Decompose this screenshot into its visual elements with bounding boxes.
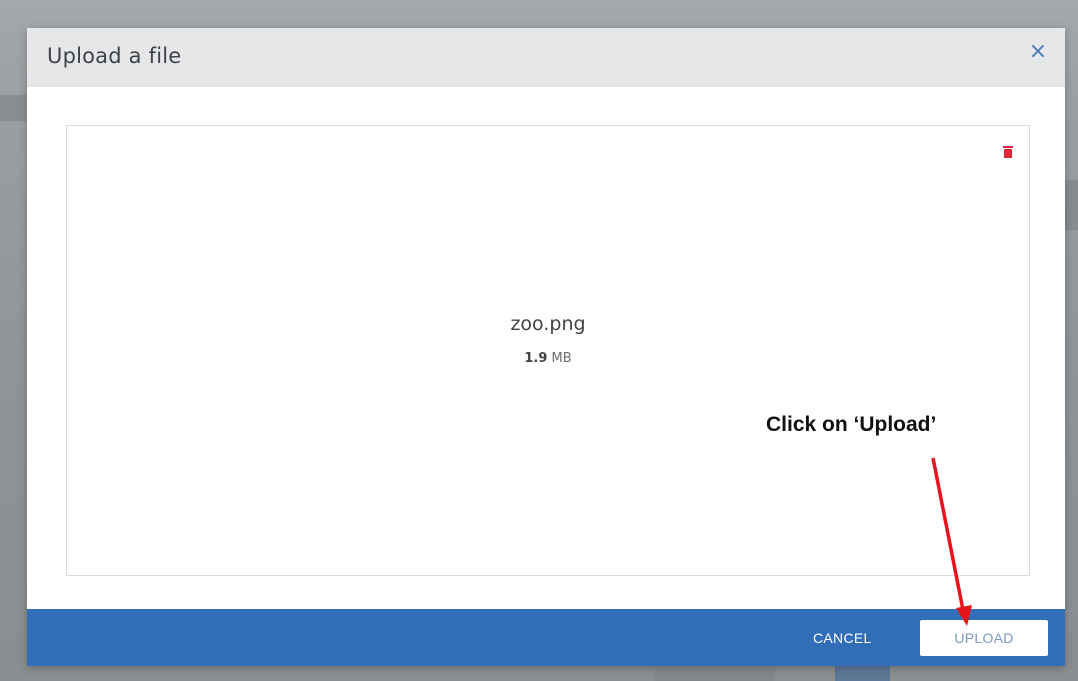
trash-icon[interactable] [1003, 145, 1013, 158]
dialog-title: Upload a file [47, 44, 182, 68]
file-size: 1.9 MB [67, 351, 1029, 366]
file-size-unit: MB [551, 351, 572, 366]
cancel-button[interactable]: CANCEL [813, 630, 872, 646]
dialog-header: Upload a file × [27, 28, 1065, 87]
background-side-bar [1065, 180, 1078, 230]
file-name: zoo.png [510, 313, 586, 335]
close-icon[interactable]: × [1027, 41, 1049, 63]
file-size-value: 1.9 [524, 351, 548, 366]
background-header-bar [0, 95, 27, 121]
background-footer-button [655, 666, 775, 681]
upload-dialog: Upload a file × zoo.png 1.9 MB CANCEL UP… [27, 28, 1065, 666]
dialog-footer: CANCEL UPLOAD [27, 609, 1065, 666]
annotation-callout: Click on ‘Upload’ [766, 413, 937, 436]
file-preview-area: zoo.png 1.9 MB [66, 125, 1030, 576]
upload-button[interactable]: UPLOAD [920, 620, 1048, 656]
background-footer-button [835, 666, 890, 681]
